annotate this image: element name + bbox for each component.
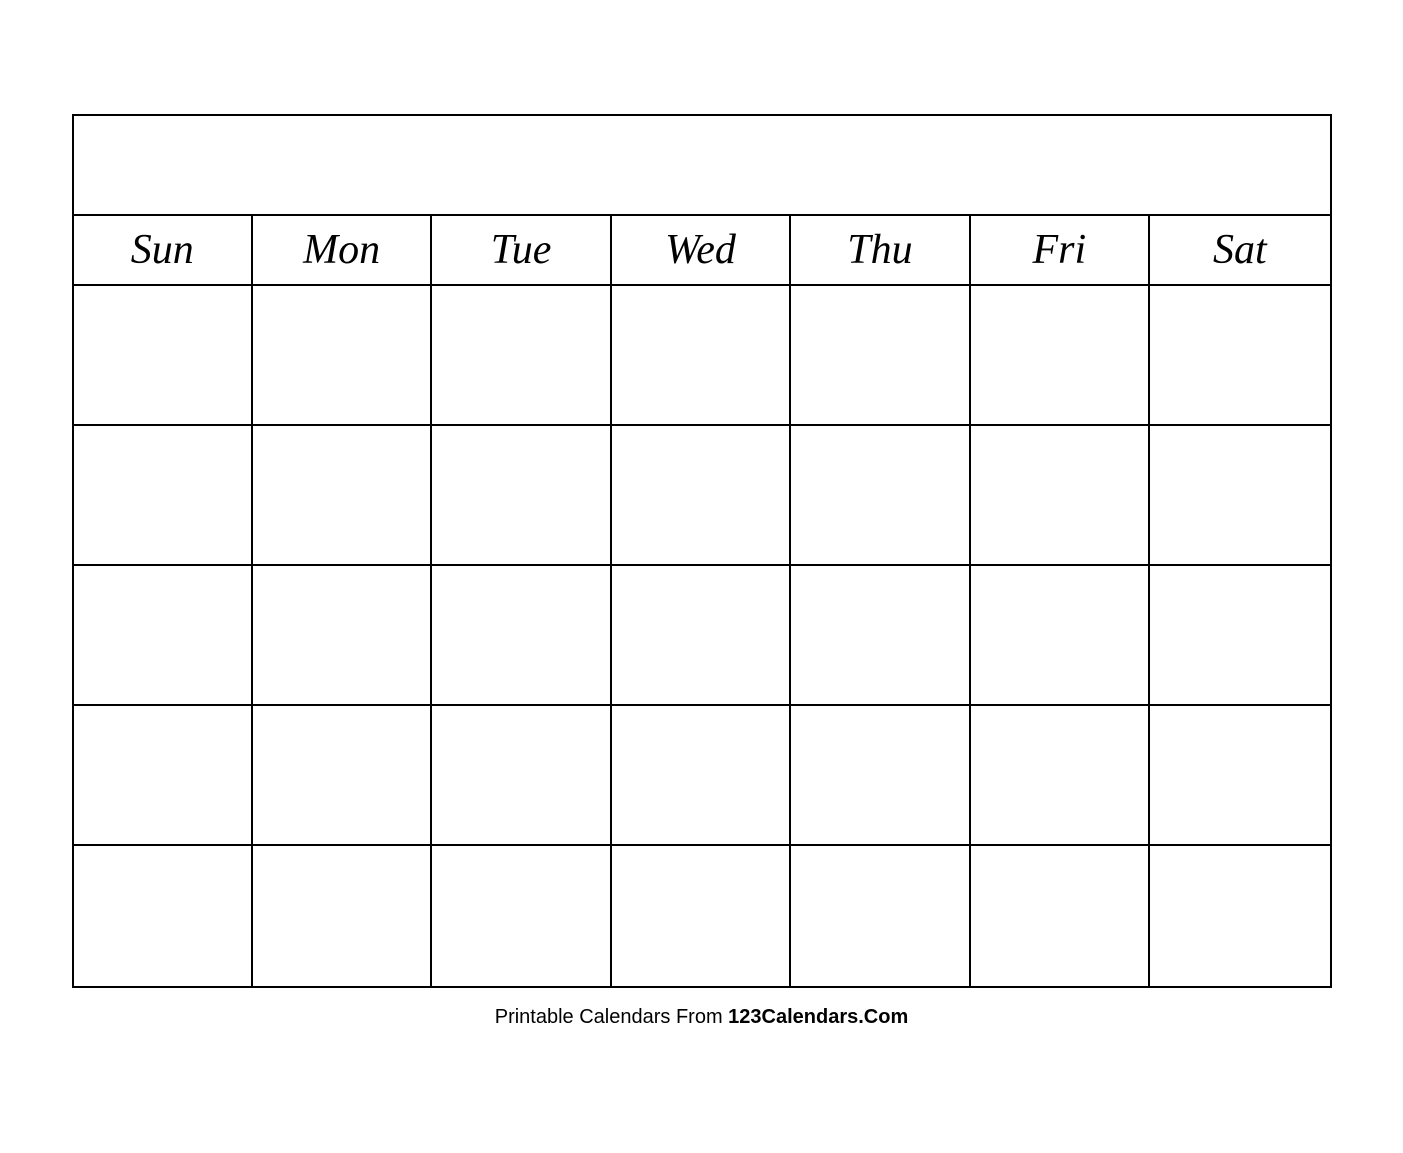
calendar-body [74,286,1330,986]
footer: Printable Calendars From 123Calendars.Co… [72,988,1332,1039]
calendar-cell [612,286,791,426]
calendar-week-4 [74,706,1330,846]
calendar-title-row [74,116,1330,216]
page-wrapper: Sun Mon Tue Wed Thu Fri Sat [52,94,1352,1059]
calendar-cell [74,846,253,986]
calendar-cell [1150,706,1329,846]
calendar-cell [791,566,970,706]
calendar-cell [612,846,791,986]
day-header-wed: Wed [612,216,791,284]
day-header-fri: Fri [971,216,1150,284]
calendar-cell [74,706,253,846]
calendar-cell [971,566,1150,706]
calendar-cell [971,286,1150,426]
day-header-mon: Mon [253,216,432,284]
calendar-cell [1150,426,1329,566]
calendar-header: Sun Mon Tue Wed Thu Fri Sat [74,216,1330,286]
calendar-cell [791,286,970,426]
calendar-cell [971,426,1150,566]
calendar-cell [432,706,611,846]
calendar-cell [253,286,432,426]
calendar-cell [612,706,791,846]
calendar-cell [432,566,611,706]
day-header-sat: Sat [1150,216,1329,284]
calendar-cell [432,426,611,566]
calendar-cell [612,426,791,566]
calendar-cell [791,426,970,566]
calendar-cell [253,426,432,566]
calendar-cell [791,846,970,986]
calendar-week-2 [74,426,1330,566]
calendar-cell [791,706,970,846]
footer-text-bold: 123Calendars.Com [728,1006,908,1028]
calendar-container: Sun Mon Tue Wed Thu Fri Sat [72,114,1332,988]
day-header-sun: Sun [74,216,253,284]
calendar-cell [253,846,432,986]
calendar-week-3 [74,566,1330,706]
calendar-cell [253,566,432,706]
calendar-week-1 [74,286,1330,426]
calendar-cell [1150,566,1329,706]
calendar-cell [971,846,1150,986]
calendar-cell [1150,286,1329,426]
day-header-thu: Thu [791,216,970,284]
footer-text-normal: Printable Calendars From [495,1006,728,1028]
calendar-week-5 [74,846,1330,986]
calendar-cell [432,846,611,986]
calendar-cell [74,566,253,706]
calendar-cell [253,706,432,846]
calendar-cell [612,566,791,706]
calendar-cell [74,286,253,426]
calendar-cell [1150,846,1329,986]
calendar-cell [971,706,1150,846]
calendar-cell [432,286,611,426]
day-header-tue: Tue [432,216,611,284]
calendar-cell [74,426,253,566]
